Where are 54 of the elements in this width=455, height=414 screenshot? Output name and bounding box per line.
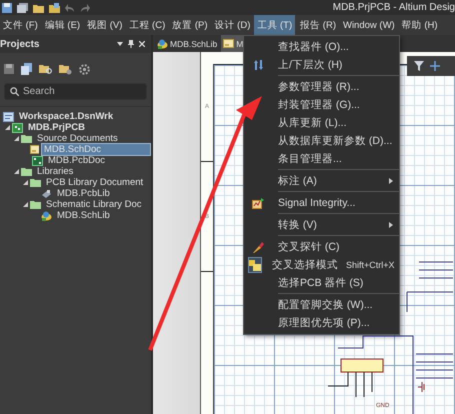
tree-item[interactable]: Schematic Library Doc: [43, 198, 145, 211]
menu-item[interactable]: 视图 (V): [84, 15, 126, 35]
menu-entry[interactable]: 上/下层次 (H): [244, 56, 399, 74]
menu-item[interactable]: 报告 (R): [297, 15, 339, 35]
menu-entry[interactable]: 参数管理器 (R)...: [244, 78, 399, 96]
menu-label: 从库更新 (L)...: [278, 116, 347, 130]
tree-item[interactable]: MDB.PcbDoc: [45, 154, 108, 167]
menu-entry[interactable]: 交叉选择模式 Shift+Ctrl+X: [244, 256, 399, 274]
menu-entry[interactable]: 条目管理器...: [244, 150, 399, 168]
menu-label: 封装管理器 (G)...: [278, 98, 360, 112]
menu-entry[interactable]: 配置管脚交换 (W)...: [244, 296, 399, 314]
menu-entry[interactable]: 原理图优先项 (P)...: [244, 314, 399, 332]
menu-label: 查找器件 (O)...: [278, 40, 349, 54]
menu-item[interactable]: 帮助 (H): [398, 15, 441, 35]
menu-label: 选择PCB 器件 (S): [278, 276, 364, 290]
window-title: MDB.PrjPCB - Altium Desig: [332, 2, 455, 13]
menu-label: Signal Integrity...: [278, 197, 356, 209]
menu-entry[interactable]: Signal Integrity...: [244, 194, 399, 212]
menu-item[interactable]: 编辑 (E): [42, 15, 84, 35]
menu-entry[interactable]: 标注 (A): [244, 172, 399, 190]
menu-item[interactable]: Window (W): [340, 15, 398, 35]
menu-label: 条目管理器...: [278, 152, 342, 166]
menu-label: 从数据库更新参数 (D)...: [278, 134, 392, 148]
tree-item[interactable]: MDB.SchLib: [54, 209, 113, 222]
tree-item[interactable]: MDB.PrjPCB: [25, 121, 88, 134]
menu-label: 标注 (A): [278, 174, 317, 188]
search-field[interactable]: Search: [4, 83, 147, 100]
tree-item[interactable]: Workspace1.DsnWrk: [16, 110, 116, 123]
menu-item[interactable]: 文件 (F): [0, 15, 41, 35]
menu-label: 参数管理器 (R)...: [278, 80, 360, 94]
document-tab[interactable]: M: [221, 35, 246, 52]
shortcut-label: Shift+Ctrl+X: [346, 260, 395, 270]
menu-label: 交叉选择模式: [272, 258, 338, 272]
tree-item[interactable]: Libraries: [34, 165, 76, 178]
tree-item[interactable]: MDB.PcbLib: [54, 187, 113, 200]
menu-item[interactable]: 设计 (D): [212, 15, 254, 35]
menu-label: 转换 (V): [278, 218, 317, 232]
menu-entry[interactable]: 交叉探针 (C): [244, 238, 399, 256]
menu-entry[interactable]: 从数据库更新参数 (D)...: [244, 132, 399, 150]
menu-label: 配置管脚交换 (W)...: [278, 298, 373, 312]
menu-label: 原理图优先项 (P)...: [278, 316, 370, 330]
panel-title: Projects: [0, 38, 40, 50]
menu-item[interactable]: 工程 (C): [126, 15, 168, 35]
menu-entry[interactable]: 从库更新 (L)...: [244, 114, 399, 132]
menu-entry[interactable]: 查找器件 (O)...: [244, 38, 399, 56]
tree-item[interactable]: PCB Library Document: [43, 176, 146, 189]
tree-item[interactable]: Source Documents: [34, 132, 121, 145]
menu-label: 交叉探针 (C): [278, 240, 340, 254]
document-tab[interactable]: MDB.SchLib: [155, 35, 220, 52]
menu-label: 上/下层次 (H): [278, 58, 342, 72]
menu-entry[interactable]: 选择PCB 器件 (S): [244, 274, 399, 292]
menu-entry[interactable]: 转换 (V): [244, 216, 399, 234]
menu-item[interactable]: 放置 (P): [169, 15, 211, 35]
menu-item[interactable]: 工具 (T): [254, 15, 296, 35]
